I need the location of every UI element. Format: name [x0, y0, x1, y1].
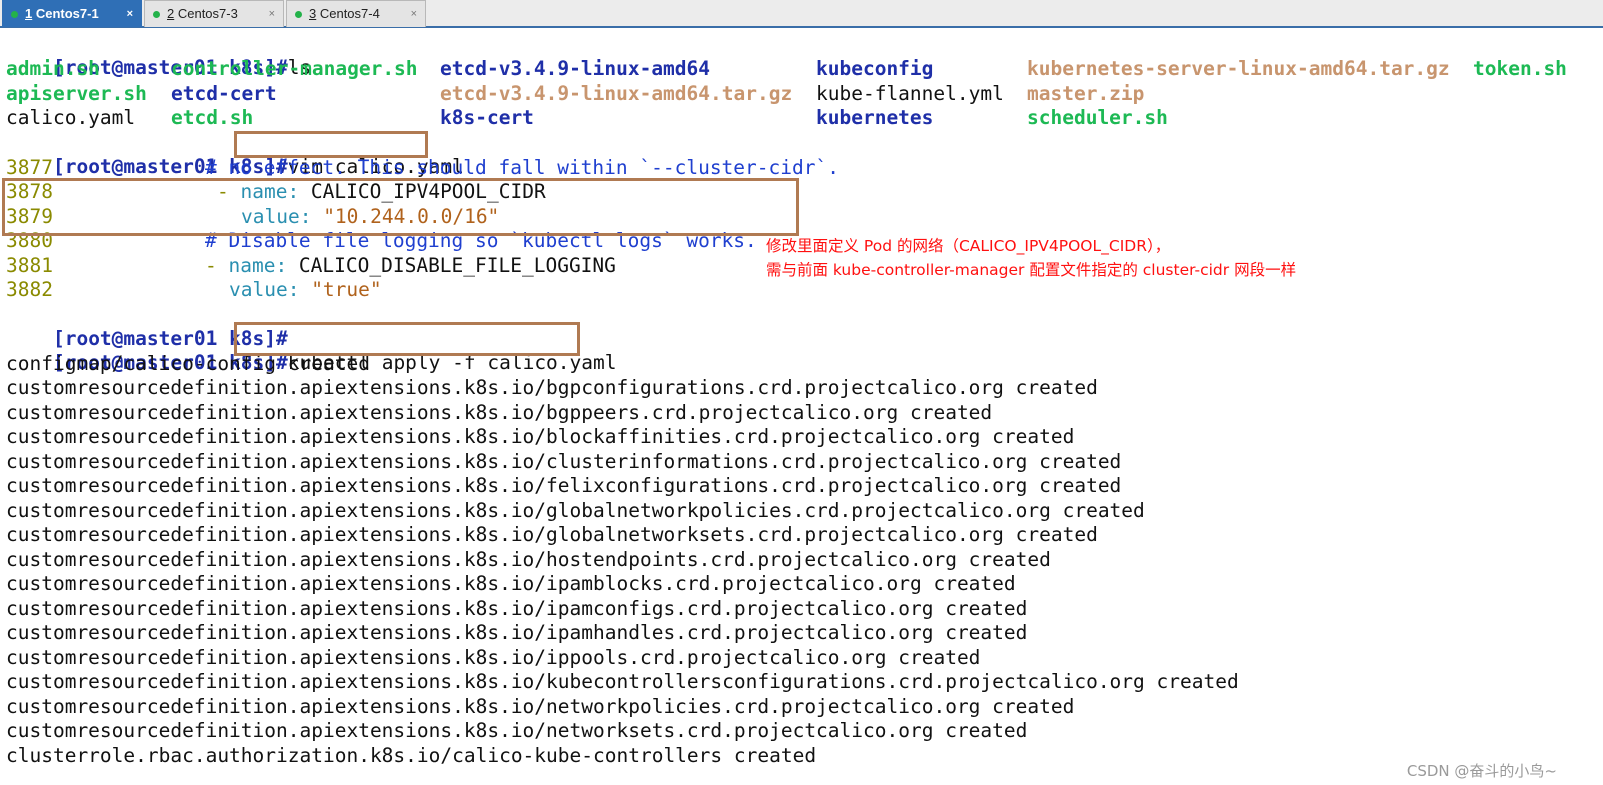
output-line: customresourcedefinition.apiextensions.k… [6, 621, 1028, 644]
output-line: customresourcedefinition.apiextensions.k… [6, 719, 1028, 742]
connected-status-icon [295, 11, 302, 18]
yaml-entry: value: "true" [229, 278, 382, 301]
connected-status-icon [153, 11, 160, 18]
ls-entry: apiserver.sh [6, 82, 147, 105]
ls-entry: calico.yaml [6, 106, 136, 129]
tab-centos7-4[interactable]: 3 Centos7-4 × [286, 0, 426, 27]
output-line: customresourcedefinition.apiextensions.k… [6, 572, 1016, 595]
ls-entry: etcd-v3.4.9-linux-amd64.tar.gz [440, 82, 793, 105]
ls-entry: kube-flannel.yml [816, 82, 1004, 105]
close-icon[interactable]: × [411, 1, 417, 27]
ls-entry: kubernetes-server-linux-amd64.tar.gz [1027, 57, 1450, 80]
output-line: clusterrole.rbac.authorization.k8s.io/ca… [6, 744, 817, 767]
line-number: 3881 [6, 254, 53, 277]
tab-centos7-3[interactable]: 2 Centos7-3 × [144, 0, 284, 27]
yaml-entry: - name: CALICO_DISABLE_FILE_LOGGING [205, 254, 616, 277]
output-line: customresourcedefinition.apiextensions.k… [6, 695, 1075, 718]
output-line: customresourcedefinition.apiextensions.k… [6, 425, 1075, 448]
yaml-comment: # no effect. This should fall within `--… [205, 156, 839, 179]
terminal-line: [root@master01 k8s]#ls [6, 32, 311, 79]
output-line: customresourcedefinition.apiextensions.k… [6, 450, 1122, 473]
ls-entry: etcd-cert [171, 82, 277, 105]
close-icon[interactable]: × [269, 1, 275, 27]
tab-label: 1 Centos7-1 [25, 6, 99, 21]
session-tab-bar: 1 Centos7-1 × 2 Centos7-3 × 3 Centos7-4 … [0, 0, 1603, 28]
annotation-note-line-2: 需与前面 kube-controller-manager 配置文件指定的 clu… [766, 261, 1297, 279]
ls-entry: scheduler.sh [1027, 106, 1168, 129]
highlight-box-apply-command [234, 322, 580, 356]
line-number: 3877 [6, 156, 53, 179]
tab-label: 3 Centos7-4 [309, 6, 380, 21]
highlight-box-vim-command [234, 131, 428, 158]
ls-entry: admin.sh [6, 57, 100, 80]
ls-entry: kubernetes [816, 106, 934, 129]
output-line: customresourcedefinition.apiextensions.k… [6, 646, 981, 669]
ls-entry: master.zip [1027, 82, 1145, 105]
ls-entry: k8s-cert [440, 106, 534, 129]
tab-centos7-1[interactable]: 1 Centos7-1 × [2, 0, 142, 27]
output-line: customresourcedefinition.apiextensions.k… [6, 523, 1098, 546]
connected-status-icon [11, 11, 18, 18]
output-line: customresourcedefinition.apiextensions.k… [6, 548, 1051, 571]
close-icon[interactable]: × [127, 1, 133, 27]
ls-output-row: admin.sh controller-manager.sh etcd-v3.4… [6, 57, 1603, 81]
ls-output-row: apiserver.sh etcd-cert etcd-v3.4.9-linux… [6, 82, 1603, 106]
output-line: customresourcedefinition.apiextensions.k… [6, 670, 1239, 693]
line-number: 3882 [6, 278, 53, 301]
output-line: customresourcedefinition.apiextensions.k… [6, 474, 1122, 497]
highlight-box-ipv4pool-cidr [2, 178, 799, 236]
ls-entry: etcd.sh [171, 106, 254, 129]
ls-entry: controller-manager.sh [171, 57, 418, 80]
output-line: customresourcedefinition.apiextensions.k… [6, 597, 1028, 620]
output-line: customresourcedefinition.apiextensions.k… [6, 499, 1145, 522]
terminal-area[interactable]: [root@master01 k8s]#ls admin.sh controll… [0, 28, 1603, 785]
tab-label: 2 Centos7-3 [167, 6, 238, 21]
watermark: CSDN @奋斗的小鸟~ [1406, 762, 1557, 780]
ls-entry: etcd-v3.4.9-linux-amd64 [440, 57, 711, 80]
ls-output-row: calico.yaml etcd.sh k8s-cert kubernetes … [6, 106, 1603, 130]
ls-entry: kubeconfig [816, 57, 934, 80]
ls-entry: token.sh [1473, 57, 1567, 80]
annotation-note-line-1: 修改里面定义 Pod 的网络（CALICO_IPV4POOL_CIDR）， [766, 237, 1171, 255]
yaml-line: 3877 # no effect. This should fall withi… [6, 156, 1006, 180]
output-line: customresourcedefinition.apiextensions.k… [6, 376, 1098, 399]
output-line: customresourcedefinition.apiextensions.k… [6, 401, 993, 424]
